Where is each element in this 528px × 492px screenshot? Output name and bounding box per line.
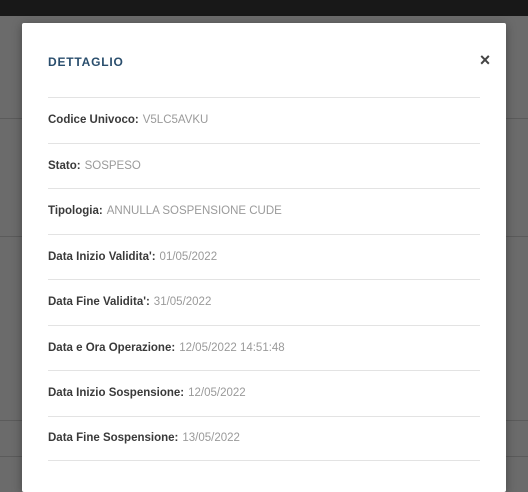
detail-label: Data Inizio Validita': xyxy=(48,250,156,263)
detail-value: 12/05/2022 14:51:48 xyxy=(179,341,285,354)
detail-row-data-inizio-sospensione: Data Inizio Sospensione: 12/05/2022 xyxy=(48,370,480,416)
detail-label: Data Inizio Sospensione: xyxy=(48,387,185,400)
detail-label: Tipologia: xyxy=(48,205,103,218)
detail-value: 01/05/2022 xyxy=(159,250,218,263)
detail-label: Data Fine Sospensione: xyxy=(48,432,179,445)
modal-title: DETTAGLIO xyxy=(48,55,124,69)
close-icon[interactable]: × xyxy=(476,51,494,69)
detail-row-codice-univoco: Codice Univoco: V5LC5AVKU xyxy=(48,97,480,143)
detail-value: ANNULLA SOSPENSIONE CUDE xyxy=(106,205,282,218)
detail-modal: DETTAGLIO × Codice Univoco: V5LC5AVKU St… xyxy=(22,23,506,492)
detail-row-data-ora-operazione: Data e Ora Operazione: 12/05/2022 14:51:… xyxy=(48,324,480,371)
detail-row-data-fine-sospensione: Data Fine Sospensione: 13/05/2022 xyxy=(48,415,480,461)
detail-label: Data e Ora Operazione: xyxy=(48,341,176,354)
detail-list: Codice Univoco: V5LC5AVKU Stato: SOSPESO… xyxy=(48,97,480,461)
detail-row-data-fine-validita: Data Fine Validita': 31/05/2022 xyxy=(48,279,480,325)
detail-row-stato: Stato: SOSPESO xyxy=(48,142,480,189)
detail-value: V5LC5AVKU xyxy=(142,114,209,127)
detail-label: Stato: xyxy=(48,159,81,172)
detail-value: 31/05/2022 xyxy=(153,296,212,309)
detail-label: Data Fine Validita': xyxy=(48,296,150,309)
detail-row-data-inizio-validita: Data Inizio Validita': 01/05/2022 xyxy=(48,233,480,280)
detail-value: 12/05/2022 xyxy=(188,387,246,400)
detail-row-tipologia: Tipologia: ANNULLA SOSPENSIONE CUDE xyxy=(48,188,480,234)
detail-value: 13/05/2022 xyxy=(182,432,240,445)
detail-value: SOSPESO xyxy=(84,159,141,172)
detail-label: Codice Univoco: xyxy=(48,114,139,127)
